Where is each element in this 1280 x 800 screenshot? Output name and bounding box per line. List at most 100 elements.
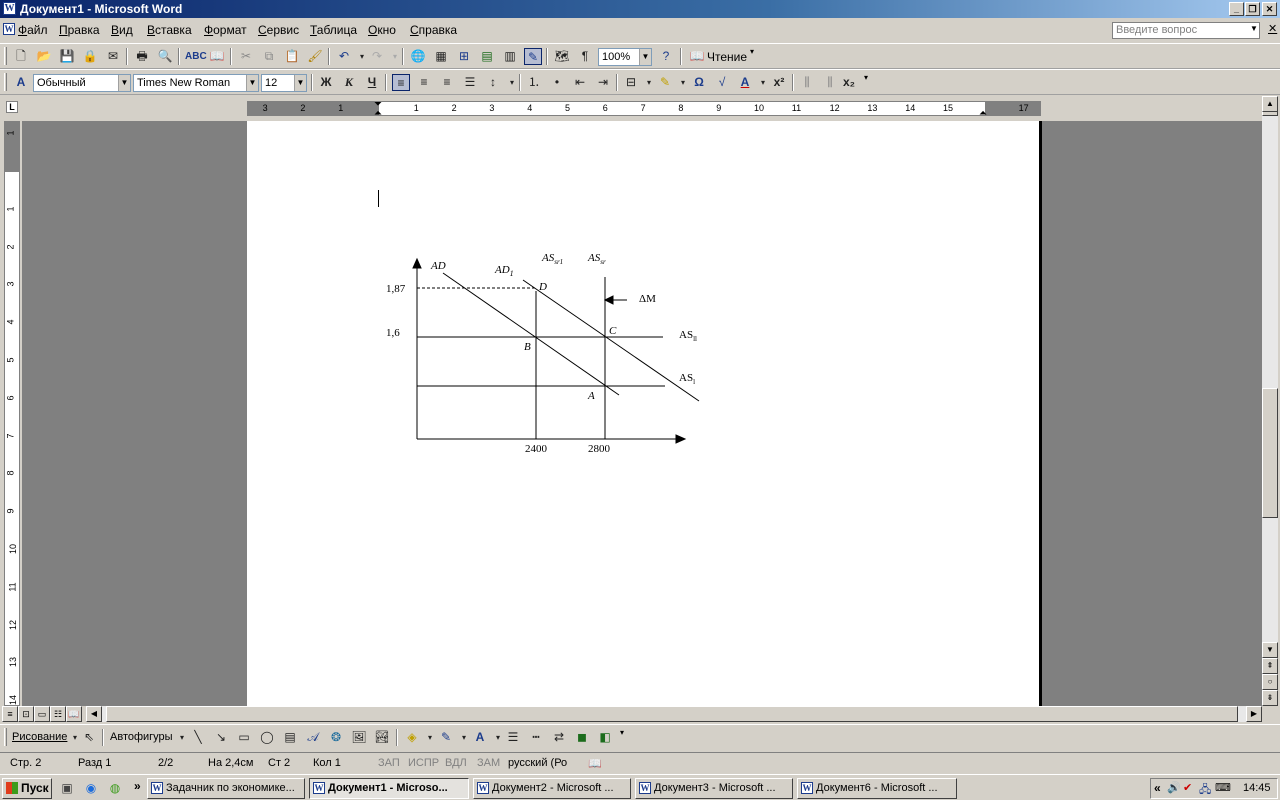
right-indent-icon[interactable]: ⏶	[979, 108, 987, 119]
horizontal-scrollbar[interactable]: ◀ ▶	[86, 706, 1262, 722]
open-folder-icon[interactable]: 📂	[35, 48, 53, 65]
permission-icon[interactable]: 🔒	[81, 48, 99, 65]
font-size-combo[interactable]: 12 ▼	[261, 74, 307, 92]
autoshapes-button[interactable]: Автофигуры	[110, 731, 173, 743]
print-preview-icon[interactable]: 🔍	[156, 48, 174, 65]
outline-view-icon[interactable]: ☷	[50, 706, 66, 722]
equation-icon[interactable]: √	[713, 74, 731, 91]
line-style-icon[interactable]: ☰	[504, 729, 522, 746]
toolbar-options-icon[interactable]: ▾	[620, 728, 631, 746]
task-button-active[interactable]: W Документ1 - Microso...	[309, 778, 469, 799]
oval-icon[interactable]: ◯	[258, 729, 276, 746]
browse-object-icon[interactable]: ○	[1262, 674, 1278, 690]
save-icon[interactable]: 💾	[58, 48, 76, 65]
web-view-icon[interactable]: ⊡	[18, 706, 34, 722]
arrow-icon[interactable]: ↘	[212, 729, 230, 746]
toolbar-grip[interactable]	[4, 73, 7, 91]
style-combo[interactable]: Обычный ▼	[33, 74, 131, 92]
task-button[interactable]: W Документ3 - Microsoft ...	[635, 778, 793, 799]
line-spacing-icon[interactable]: ↕	[484, 74, 502, 91]
vertical-scrollbar[interactable]: ▬ ▲ ▼ ⇞ ○ ⇟	[1262, 96, 1278, 706]
menu-format[interactable]: Формат	[204, 23, 247, 37]
font-color-icon[interactable]: A	[736, 74, 754, 91]
economics-graph[interactable]: AD AD1 ASsr1 ASsr 1,87 1,6 D C B A ΔM AS…	[377, 243, 777, 463]
keyboard-layout-icon[interactable]: ⌨	[1215, 781, 1231, 794]
hyperlink-icon[interactable]: 🌐	[409, 48, 427, 65]
fill-color-icon[interactable]: ◈	[403, 729, 421, 746]
styles-icon[interactable]: A	[12, 74, 30, 91]
menu-window[interactable]: Окно	[368, 23, 396, 37]
status-overtype[interactable]: ЗАМ	[477, 757, 500, 769]
help-icon[interactable]: ?	[657, 48, 675, 65]
page[interactable]: AD AD1 ASsr1 ASsr 1,87 1,6 D C B A ΔM AS…	[247, 121, 1042, 706]
menu-tools[interactable]: Сервис	[258, 23, 299, 37]
drawing-menu-button[interactable]: Рисование	[12, 731, 67, 743]
menu-table[interactable]: Таблица	[310, 23, 357, 37]
toolbar-grip[interactable]	[4, 47, 7, 65]
zoom-combo[interactable]: 100% ▼	[598, 48, 652, 66]
subscript-icon[interactable]: x₂	[840, 74, 858, 91]
textbox-icon[interactable]: ▤	[281, 729, 299, 746]
insert-table-icon[interactable]: ⊞	[455, 48, 473, 65]
menu-file[interactable]: Файл	[18, 23, 48, 37]
rectangle-icon[interactable]: ▭	[235, 729, 253, 746]
show-formatting-icon[interactable]: ¶	[576, 48, 594, 65]
document-map-icon[interactable]: 🗺	[553, 48, 571, 65]
3d-style-icon[interactable]: ◧	[596, 729, 614, 746]
spelling-status-icon[interactable]: 📖	[588, 757, 602, 770]
word-app-icon[interactable]: W	[3, 2, 16, 15]
underline-button[interactable]: Ч	[363, 74, 381, 91]
tables-borders-icon[interactable]: ▦	[432, 48, 450, 65]
columns-icon[interactable]: ▥	[501, 48, 519, 65]
menu-edit[interactable]: Правка	[59, 23, 100, 37]
antivirus-icon[interactable]: ✔	[1183, 781, 1192, 794]
borders-icon[interactable]: ⊟	[622, 74, 640, 91]
align-center-icon[interactable]: ≡	[415, 74, 433, 91]
bullets-icon[interactable]: •	[548, 74, 566, 91]
email-icon[interactable]: ✉	[104, 48, 122, 65]
reading-view-icon[interactable]: 📖	[66, 706, 82, 722]
status-record[interactable]: ЗАП	[378, 757, 400, 769]
close-document-icon[interactable]: ✕	[1268, 22, 1277, 35]
read-mode-icon[interactable]: 📖	[688, 48, 706, 65]
scroll-down-icon[interactable]: ▼	[1262, 642, 1278, 658]
start-button[interactable]: Пуск	[2, 778, 52, 799]
status-track-changes[interactable]: ИСПР	[408, 757, 439, 769]
print-icon[interactable]: 🖶	[133, 48, 151, 65]
numbering-icon[interactable]: ⒈	[525, 74, 543, 91]
scroll-left-icon[interactable]: ◀	[86, 706, 102, 722]
ask-dropdown-icon[interactable]: ▼	[1250, 24, 1258, 33]
quicklaunch-ie-icon[interactable]: ◉	[82, 780, 100, 797]
line-icon[interactable]: ╲	[189, 729, 207, 746]
copy-icon[interactable]: ⧉	[260, 48, 278, 65]
tray-chevron[interactable]: «	[1154, 781, 1161, 795]
decrease-indent-icon[interactable]: ⇤	[571, 74, 589, 91]
drawing-toggle-icon[interactable]: ✎	[524, 48, 542, 65]
close-button[interactable]: ✕	[1262, 2, 1277, 16]
volume-icon[interactable]: 🔊	[1167, 781, 1181, 794]
picture-icon[interactable]: 🏞	[373, 729, 391, 746]
zoom-dropdown-icon[interactable]: ▼	[639, 49, 651, 65]
font-dropdown-icon[interactable]: ▼	[246, 75, 258, 91]
insert-excel-icon[interactable]: ▤	[478, 48, 496, 65]
quicklaunch-desktop-icon[interactable]: ▣	[58, 780, 76, 797]
arrow-style-icon[interactable]: ⇄	[550, 729, 568, 746]
menu-insert[interactable]: Вставка	[147, 23, 192, 37]
minimize-button[interactable]: _	[1229, 2, 1244, 16]
select-objects-icon[interactable]: ⇖	[80, 729, 98, 746]
quicklaunch-chevron[interactable]: »	[134, 779, 141, 793]
normal-view-icon[interactable]: ≡	[2, 706, 18, 722]
restore-button[interactable]: ❐	[1245, 2, 1260, 16]
distribute-columns-icon[interactable]: ⫼	[821, 74, 839, 91]
menu-view[interactable]: Вид	[111, 23, 133, 37]
ask-question-input[interactable]: Введите вопрос	[1112, 22, 1260, 39]
task-button[interactable]: W Документ6 - Microsoft ...	[797, 778, 957, 799]
tab-selector-icon[interactable]: L	[6, 101, 18, 113]
align-left-icon[interactable]: ≡	[392, 74, 410, 91]
align-right-icon[interactable]: ≡	[438, 74, 456, 91]
bold-button[interactable]: Ж	[317, 74, 335, 91]
dash-style-icon[interactable]: ┅	[527, 729, 545, 746]
format-painter-icon[interactable]: 🖌	[306, 48, 324, 65]
print-layout-icon[interactable]: ▭	[34, 706, 50, 722]
network-icon[interactable]: 🖧	[1199, 781, 1211, 800]
